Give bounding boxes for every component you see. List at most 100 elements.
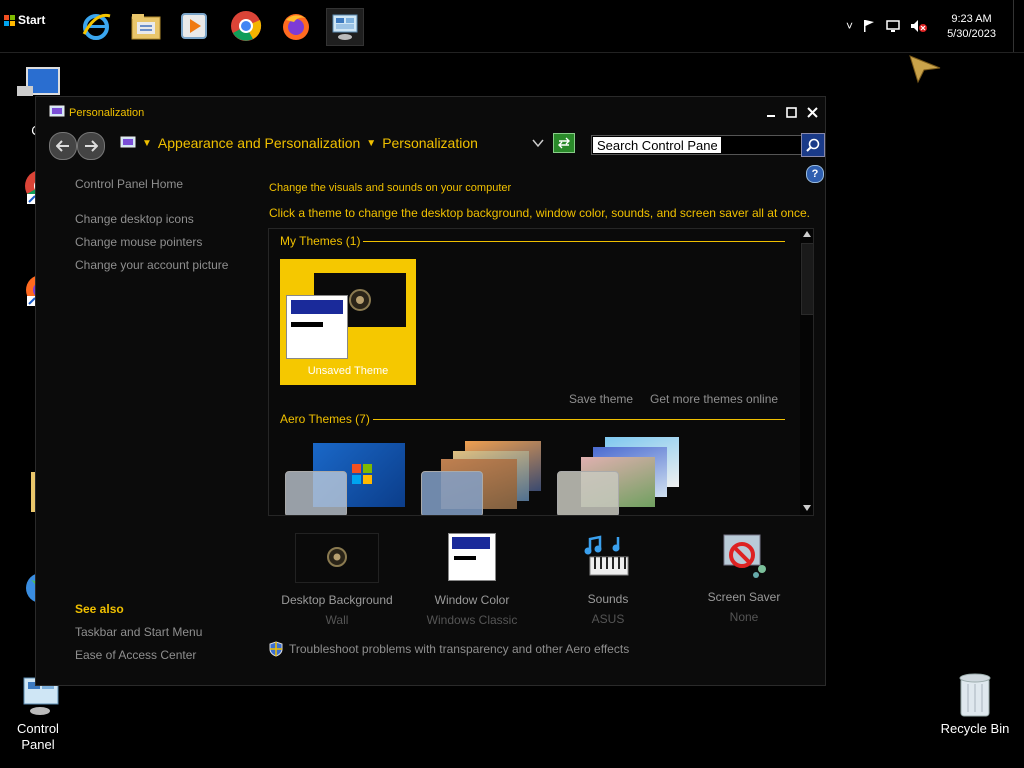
theme-characters[interactable] [557,435,679,515]
show-hidden-icons-chevron[interactable]: ˅ [846,19,853,33]
system-tray: ˅ [846,14,928,38]
themes-scrollbar[interactable] [800,229,813,515]
ease-of-access-link[interactable]: Ease of Access Center [75,648,255,662]
theme-unsaved[interactable]: Unsaved Theme [280,259,416,385]
control-panel-small-icon [120,136,136,148]
sounds-icon [584,535,629,576]
taskbar-start-menu-link[interactable]: Taskbar and Start Menu [75,625,255,639]
breadcrumb-appearance[interactable]: Appearance and Personalization [158,135,360,151]
intro-heading: Change the visuals and sounds on your co… [269,182,512,194]
troubleshoot-text: Troubleshoot problems with transparency … [289,642,630,656]
setting-name: Sounds [587,592,629,606]
start-button[interactable]: Start [2,6,56,34]
desktop-icon-label: Panel [21,737,55,752]
theme-window-preview [286,295,348,359]
setting-value: None [729,610,759,624]
breadcrumb-personalization[interactable]: Personalization [382,135,478,151]
screen-saver-setting[interactable]: Screen Saver None [679,531,809,624]
desktop-icon-label: Recycle Bin [940,721,1010,736]
clock-time: 9:23 AM [951,13,992,25]
setting-value: Wall [325,613,349,627]
personalization-window: Personalization ▼ Appearance and Persona… [35,96,826,686]
clock[interactable]: 9:23 AM 5/30/2023 [947,12,996,42]
wallpaper-emblem-icon [349,289,371,311]
close-icon [806,106,818,118]
breadcrumb-separator-icon[interactable]: ▼ [366,138,376,149]
refresh-button[interactable] [553,133,575,153]
setting-name: Screen Saver [707,590,781,604]
section-divider [363,241,785,242]
change-account-picture-link[interactable]: Change your account picture [75,258,228,272]
title-bar[interactable]: Personalization [36,97,825,127]
desktop-icon-label: Control [17,721,59,736]
firefox-icon[interactable] [278,8,314,44]
recycle-bin-icon [959,673,991,717]
breadcrumb-separator-icon[interactable]: ▼ [142,138,152,149]
windows-logo-icon [4,14,15,26]
back-button[interactable] [49,132,77,160]
network-icon[interactable] [885,19,901,33]
refresh-icon [558,137,570,149]
shield-icon [269,641,283,657]
get-more-themes-link[interactable]: Get more themes online [650,392,778,406]
taskbar: Start ˅ 9:23 AM 5/30/2023 [0,0,1024,53]
show-desktop-button[interactable] [1013,0,1024,52]
screen-saver-icon [723,534,766,578]
wallpaper-emblem-icon [327,547,347,567]
window-title: Personalization [69,107,145,119]
setting-value: Windows Classic [426,613,518,627]
address-dropdown-icon[interactable] [532,139,544,148]
troubleshoot-link[interactable]: Troubleshoot problems with transparency … [269,641,629,657]
media-player-icon[interactable] [176,8,212,44]
minimize-icon [767,115,775,117]
aero-themes-heading: Aero Themes (7) [280,412,370,426]
window-color-setting[interactable]: Window Color Windows Classic [407,533,537,627]
help-button[interactable]: ? [806,165,824,183]
windows-logo-icon [352,464,372,484]
theme-architecture[interactable] [421,437,543,515]
file-explorer-icon[interactable] [128,8,164,44]
maximize-icon [785,106,797,118]
decorative-star-icon [909,55,941,84]
save-theme-link[interactable]: Save theme [569,392,633,406]
search-input[interactable] [593,137,721,153]
search-button[interactable] [801,133,825,157]
scroll-up-icon[interactable] [803,231,811,237]
clock-date: 5/30/2023 [947,28,996,40]
themes-list: My Themes (1) Unsaved Theme Save theme G… [268,228,814,516]
desktop-background-setting[interactable]: Desktop Background Wall [272,533,402,627]
control-panel-home-link[interactable]: Control Panel Home [75,177,183,191]
change-desktop-icons-link[interactable]: Change desktop icons [75,212,194,226]
change-mouse-pointers-link[interactable]: Change mouse pointers [75,235,202,249]
sounds-setting[interactable]: Sounds ASUS [543,533,673,626]
window-color-preview [448,533,496,581]
start-label: Start [18,13,46,27]
forward-button[interactable] [77,132,105,160]
scroll-down-icon[interactable] [803,505,811,511]
search-box [591,135,807,155]
scrollbar-thumb[interactable] [801,243,813,315]
desktop-icon-recycle-bin[interactable]: Recycle Bin [934,670,1016,737]
back-arrow-icon [56,140,69,152]
breadcrumb: ▼ Appearance and Personalization ▼ Perso… [120,131,478,155]
address-bar: ▼ Appearance and Personalization ▼ Perso… [46,127,825,160]
maximize-button[interactable] [781,104,801,120]
personalization-icon [49,105,65,117]
intro-text: Click a theme to change the desktop back… [269,206,810,220]
minimize-button[interactable] [761,104,781,120]
setting-value: ASUS [591,612,625,626]
chrome-icon[interactable] [228,8,264,44]
theme-name: Unsaved Theme [307,365,389,377]
close-button[interactable] [802,104,822,120]
action-center-flag-icon[interactable] [862,19,876,33]
internet-explorer-icon[interactable] [78,8,114,44]
my-themes-heading: My Themes (1) [280,234,361,248]
see-also-heading: See also [75,602,124,616]
theme-windows-7[interactable] [285,443,407,515]
control-panel-icon[interactable] [326,8,364,46]
desktop-icon-control-panel[interactable]: Control Panel [0,676,76,753]
section-divider [373,419,785,420]
volume-muted-icon[interactable] [910,19,928,33]
forward-arrow-icon [85,140,98,152]
search-icon [806,138,820,152]
